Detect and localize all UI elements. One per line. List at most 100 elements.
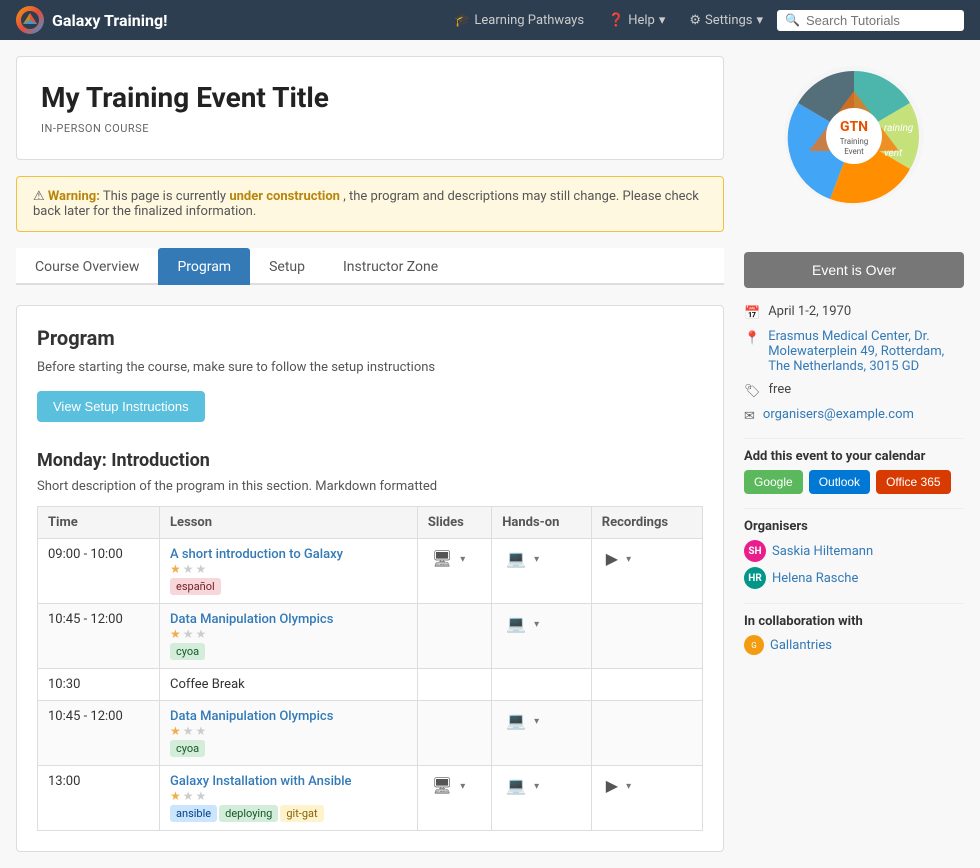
collaboration-label: In collaboration with — [744, 614, 964, 629]
divider-2 — [744, 508, 964, 509]
svg-text:Training: Training — [840, 137, 869, 146]
divider-3 — [744, 603, 964, 604]
program-content: Program Before starting the course, make… — [16, 305, 724, 852]
warning-label: Warning: — [48, 189, 100, 204]
sidebar-location-link[interactable]: Erasmus Medical Center, Dr. Molewaterple… — [768, 329, 964, 374]
handson-dropdown-arrow[interactable]: ▾ — [534, 716, 539, 727]
tab-instructor-zone[interactable]: Instructor Zone — [324, 248, 457, 285]
organiser-link-2[interactable]: Helena Rasche — [772, 571, 858, 586]
cell-time: 10:45 - 12:00 — [38, 604, 160, 669]
table-row: 13:00Galaxy Installation with Ansible★★★… — [38, 766, 703, 831]
cell-lesson: A short introduction to Galaxy★★★español — [160, 539, 418, 604]
day-description: Short description of the program in this… — [37, 479, 703, 494]
organiser-avatar-1: SH — [744, 540, 766, 562]
schedule-table: Time Lesson Slides Hands-on Recordings 0… — [37, 506, 703, 831]
search-input[interactable] — [806, 13, 956, 28]
lesson-link[interactable]: Data Manipulation Olympics — [170, 709, 333, 724]
star-empty: ★ — [183, 789, 194, 803]
sidebar-date-section: 📅 April 1-2, 1970 📍 Erasmus Medical Cent… — [744, 304, 964, 424]
cell-time: 13:00 — [38, 766, 160, 831]
recordings-dropdown-arrow[interactable]: ▾ — [626, 781, 631, 792]
star-empty: ★ — [196, 724, 207, 738]
table-row: 10:45 - 12:00 Data Manipulation Olympics★… — [38, 604, 703, 669]
cell-lesson: Galaxy Installation with Ansible★★★ansib… — [160, 766, 418, 831]
cell-handson — [492, 669, 592, 701]
lesson-link[interactable]: Data Manipulation Olympics — [170, 612, 333, 627]
slides-button[interactable]: 🖥 — [428, 547, 456, 571]
organiser-link-1[interactable]: Saskia Hiltemann — [772, 544, 873, 559]
sidebar-price: free — [769, 382, 792, 397]
difficulty-indicator: ★★★ — [170, 562, 407, 576]
brand-name: Galaxy Training! — [52, 11, 167, 30]
learning-pathways-link[interactable]: 🎓 Learning Pathways — [444, 7, 594, 34]
sidebar-organisers-section: Organisers SH Saskia Hiltemann HR Helena… — [744, 519, 964, 589]
star-filled: ★ — [170, 724, 181, 738]
slides-dropdown-arrow[interactable]: ▾ — [460, 781, 465, 792]
cell-recordings — [591, 701, 702, 766]
navbar-nav: 🎓 Learning Pathways ❓ Help ▾ ⚙ Settings … — [444, 7, 964, 34]
tab-setup[interactable]: Setup — [250, 248, 324, 285]
collaborator-row-1: G Gallantries — [744, 635, 964, 655]
settings-chevron-icon: ▾ — [757, 13, 764, 28]
recordings-button[interactable]: ▶ — [602, 547, 622, 571]
star-empty: ★ — [196, 789, 207, 803]
lesson-tag: ansible — [170, 805, 217, 822]
gear-icon: ⚙ — [689, 13, 701, 28]
svg-text:raining: raining — [884, 123, 914, 134]
handson-button[interactable]: 💻 — [502, 547, 530, 571]
difficulty-indicator: ★★★ — [170, 724, 407, 738]
event-over-button[interactable]: Event is Over — [744, 252, 964, 288]
sidebar-email-link[interactable]: organisers@example.com — [763, 407, 914, 422]
handson-button[interactable]: 💻 — [502, 709, 530, 733]
handson-dropdown-arrow[interactable]: ▾ — [534, 781, 539, 792]
handson-dropdown-arrow[interactable]: ▾ — [534, 619, 539, 630]
brand-link[interactable]: Galaxy Training! — [16, 6, 167, 34]
help-chevron-icon: ▾ — [659, 13, 666, 28]
calendar-buttons: Google Outlook Office 365 — [744, 470, 964, 494]
calendar-label: Add this event to your calendar — [744, 449, 964, 464]
divider-1 — [744, 438, 964, 439]
search-box: 🔍 — [777, 10, 964, 31]
help-menu[interactable]: ❓ Help ▾ — [598, 7, 675, 34]
handson-dropdown-arrow[interactable]: ▾ — [534, 554, 539, 565]
star-empty: ★ — [196, 627, 207, 641]
office365-calendar-button[interactable]: Office 365 — [876, 470, 950, 494]
star-empty: ★ — [183, 724, 194, 738]
table-row: 09:00 - 10:00A short introduction to Gal… — [38, 539, 703, 604]
sidebar-email-row: ✉ organisers@example.com — [744, 407, 964, 424]
event-header: My Training Event Title IN-PERSON COURSE — [16, 56, 724, 160]
program-heading: Program — [37, 326, 703, 350]
search-icon: 🔍 — [785, 13, 800, 27]
tab-program[interactable]: Program — [158, 248, 250, 285]
view-setup-button[interactable]: View Setup Instructions — [37, 391, 205, 422]
sidebar-date-row: 📅 April 1-2, 1970 — [744, 304, 964, 321]
recordings-button[interactable]: ▶ — [602, 774, 622, 798]
recordings-dropdown-arrow[interactable]: ▾ — [626, 554, 631, 565]
settings-menu[interactable]: ⚙ Settings ▾ — [679, 7, 773, 34]
col-time: Time — [38, 507, 160, 539]
outlook-calendar-button[interactable]: Outlook — [809, 470, 870, 494]
tabs-container: Course Overview Program Setup Instructor… — [16, 248, 724, 285]
star-filled: ★ — [170, 627, 181, 641]
slides-button[interactable]: 🖥 — [428, 774, 456, 798]
brand-logo — [16, 6, 44, 34]
handson-button[interactable]: 💻 — [502, 612, 530, 636]
organiser-avatar-2: HR — [744, 567, 766, 589]
cell-recordings — [591, 669, 702, 701]
cell-slides — [417, 701, 491, 766]
lesson-tag: cyoa — [170, 740, 205, 757]
lesson-link[interactable]: A short introduction to Galaxy — [170, 547, 343, 562]
difficulty-indicator: ★★★ — [170, 627, 407, 641]
tab-course-overview[interactable]: Course Overview — [16, 248, 158, 285]
google-calendar-button[interactable]: Google — [744, 470, 803, 494]
handson-button[interactable]: 💻 — [502, 774, 530, 798]
program-description: Before starting the course, make sure to… — [37, 360, 703, 375]
lesson-link[interactable]: Galaxy Installation with Ansible — [170, 774, 351, 789]
cell-handson: 💻▾ — [492, 604, 592, 669]
star-empty: ★ — [196, 562, 207, 576]
slides-dropdown-arrow[interactable]: ▾ — [460, 554, 465, 565]
collaborator-logo-1: G — [744, 635, 764, 655]
collaborator-link-1[interactable]: Gallantries — [770, 638, 832, 653]
table-header-row: Time Lesson Slides Hands-on Recordings — [38, 507, 703, 539]
col-slides: Slides — [417, 507, 491, 539]
